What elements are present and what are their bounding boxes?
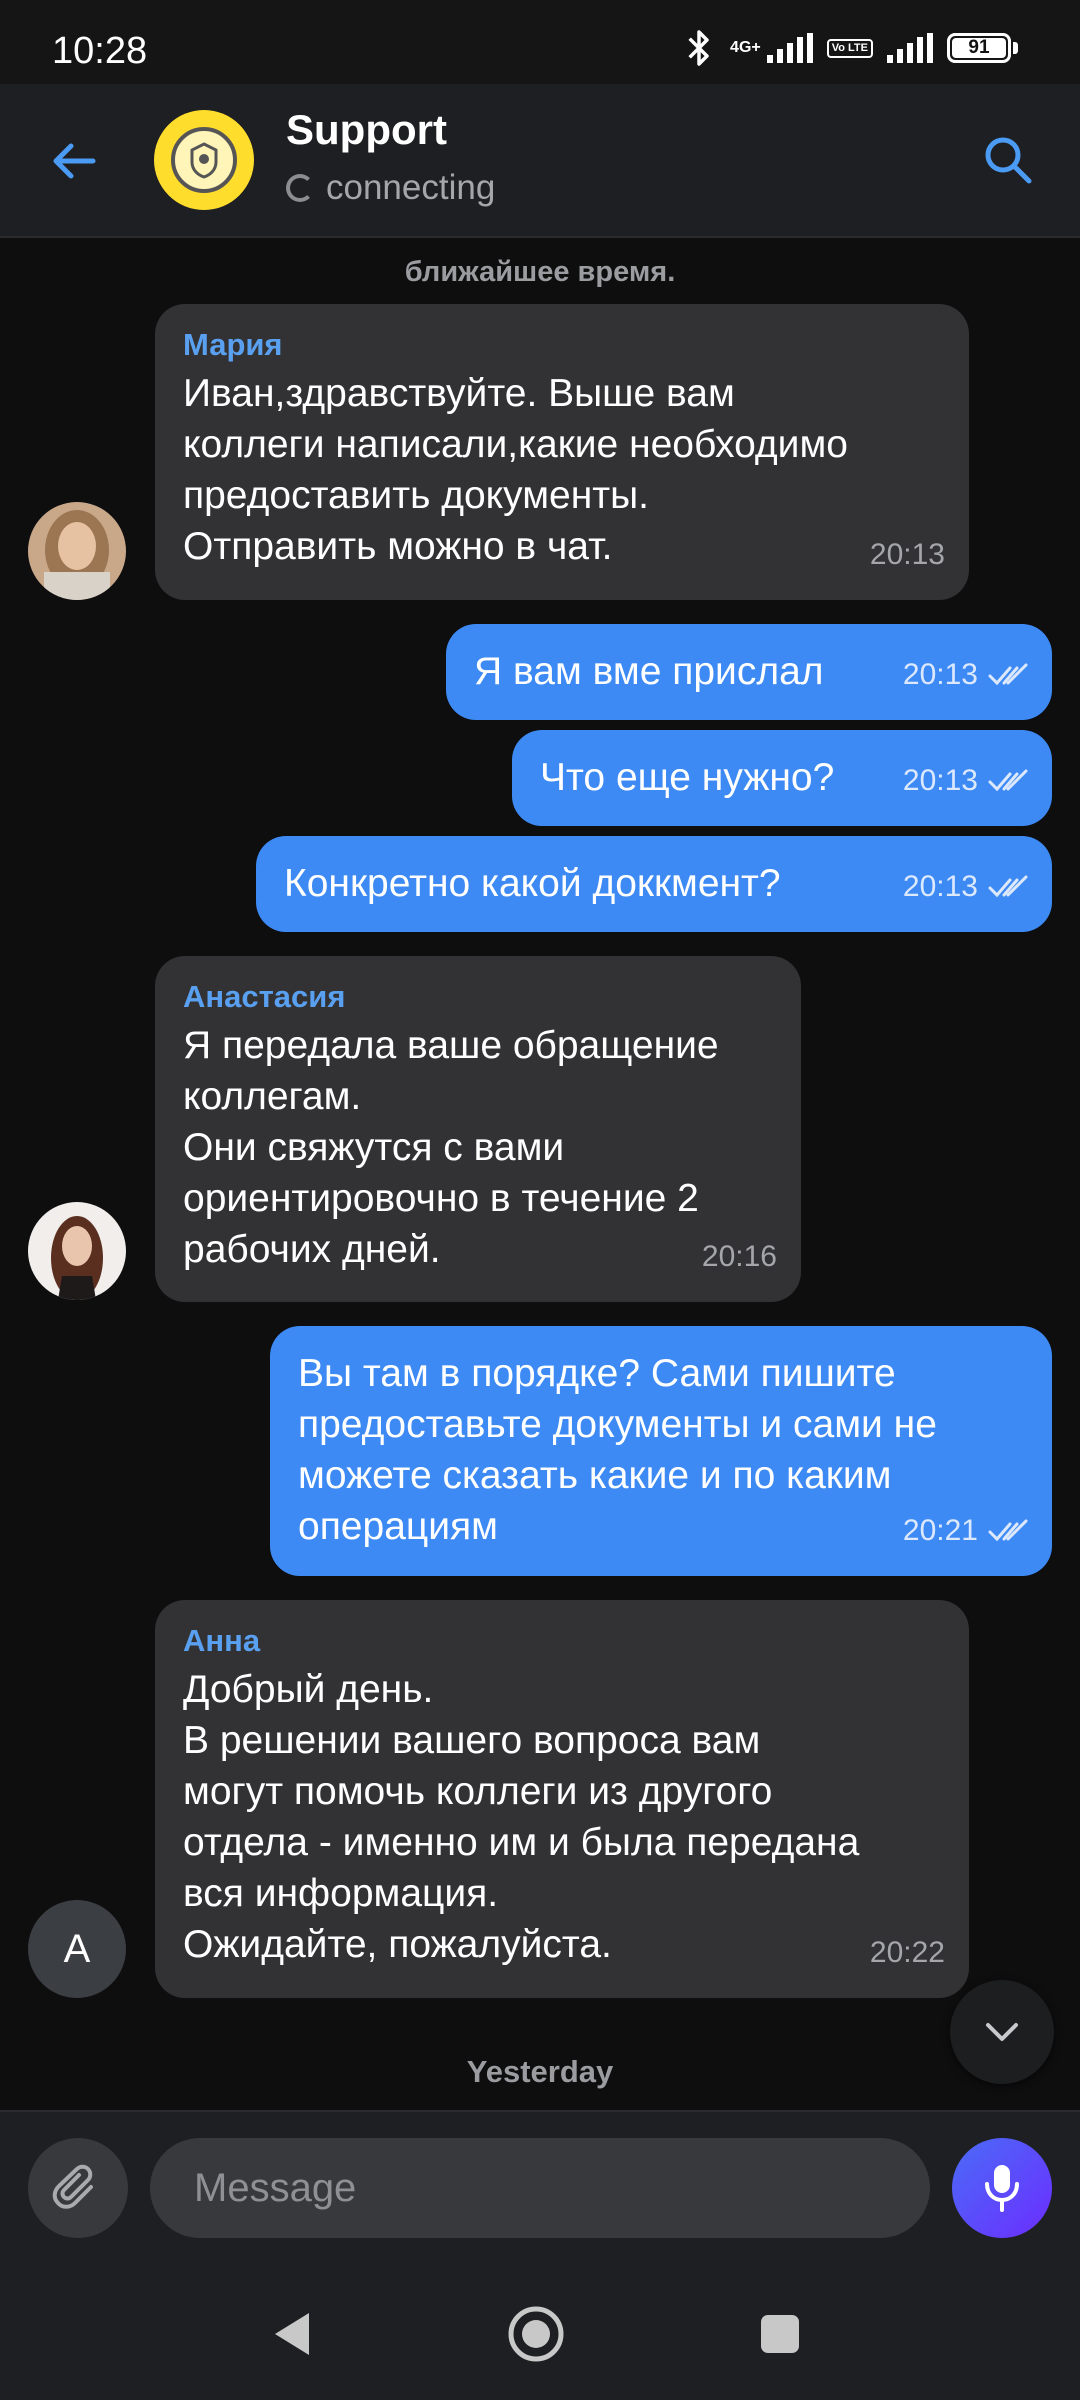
system-message-text: ближайшее время. [404, 256, 676, 288]
microphone-icon [985, 2165, 1019, 2212]
chat-title: Support [286, 106, 447, 153]
message-time: 20:21 [902, 1514, 978, 1547]
search-icon [985, 137, 1032, 184]
message-meta: 20:16 [702, 1231, 777, 1282]
sender-name: Анастасия [183, 979, 346, 1014]
message-meta: 20:13 [903, 861, 1028, 912]
chevron-down-icon [986, 2023, 1018, 2041]
user-photo-icon [28, 502, 126, 600]
signal-icon-2 [887, 33, 933, 63]
message-meta: 20:13 [870, 529, 945, 580]
avatar-anastasia[interactable] [28, 1202, 126, 1300]
system-navigation-bar [0, 2270, 1080, 2400]
double-check-icon [988, 769, 1028, 791]
bluetooth-icon [688, 30, 709, 66]
sender-name: Мария [183, 327, 283, 362]
message-input[interactable] [150, 2138, 930, 2238]
battery-level: 91 [952, 37, 1006, 58]
battery-icon: 91 [947, 33, 1018, 63]
triangle-back-icon [275, 2313, 309, 2355]
support-avatar[interactable] [154, 110, 254, 210]
double-check-icon [988, 663, 1028, 685]
back-button[interactable] [40, 127, 108, 195]
attach-button[interactable] [28, 2138, 128, 2238]
network-type: 4G+ [730, 39, 761, 56]
status-icons: 4G+ Vo LTE 91 [682, 26, 1018, 70]
message-text: Добрый день. В решении вашего вопроса ва… [183, 1668, 860, 1966]
nav-back-button[interactable] [256, 2298, 328, 2370]
message-bubble-incoming[interactable]: Анастасия Я передала ваше обращение колл… [155, 956, 801, 1302]
search-button[interactable] [972, 124, 1044, 196]
square-recents-icon [761, 2315, 799, 2353]
message-bubble-incoming[interactable]: Мария Иван,здравствуйте. Выше вам коллег… [155, 304, 969, 600]
status-bar: 10:28 4G+ Vo LTE 91 [0, 0, 1080, 84]
message-meta: 20:21 [903, 1505, 1028, 1556]
user-photo-icon [28, 1202, 126, 1300]
back-arrow-icon [53, 143, 96, 179]
message-bubble-outgoing[interactable]: Вы там в порядке? Сами пишите предоставь… [270, 1326, 1052, 1576]
message-bubble-incoming[interactable]: Анна Добрый день. В решении вашего вопро… [155, 1600, 969, 1998]
message-time: 20:16 [701, 1240, 777, 1273]
paperclip-icon [52, 2164, 93, 2209]
bank-emblem-icon [171, 127, 237, 193]
chat-header: Support connecting [0, 84, 1080, 238]
signal-icon [766, 33, 813, 63]
double-check-icon [988, 1519, 1028, 1541]
loading-spinner-icon [286, 174, 314, 202]
connection-status-text: connecting [326, 168, 496, 207]
volte-badge: Vo LTE [826, 38, 873, 58]
circle-home-icon [508, 2306, 564, 2362]
composer [0, 2110, 1080, 2270]
message-time: 20:13 [902, 764, 978, 797]
avatar-anna[interactable]: A [28, 1900, 126, 1998]
message-time: 20:22 [869, 1936, 945, 1969]
nav-recents-button[interactable] [744, 2298, 816, 2370]
voice-message-button[interactable] [952, 2138, 1052, 2238]
message-meta: 20:13 [903, 755, 1028, 806]
message-time: 20:13 [902, 870, 978, 903]
double-check-icon [988, 875, 1028, 897]
message-bubble-outgoing[interactable]: Конкретно какой доккмент? 20:13 [256, 836, 1052, 932]
date-separator: Yesterday [466, 2054, 614, 2089]
system-message: ближайшее время. [0, 242, 1080, 289]
message-text: Иван,здравствуйте. Выше вам коллеги напи… [183, 372, 848, 568]
nav-home-button[interactable] [500, 2298, 572, 2370]
message-list[interactable]: ближайшее время. Мария Иван,здравствуйте… [0, 240, 1080, 2110]
message-time: 20:13 [869, 538, 945, 571]
avatar-letter: A [63, 1926, 91, 1971]
message-meta: 20:13 [903, 649, 1028, 700]
avatar-maria[interactable] [28, 502, 126, 600]
status-time: 10:28 [52, 30, 148, 72]
message-meta: 20:22 [870, 1927, 945, 1978]
message-bubble-outgoing[interactable]: Я вам вме прислал 20:13 [446, 624, 1052, 720]
sender-name: Анна [183, 1623, 261, 1658]
connection-status: connecting [286, 168, 495, 208]
message-text: Я передала ваше обращение коллегам. Они … [183, 1024, 719, 1271]
message-bubble-outgoing[interactable]: Что еще нужно? 20:13 [512, 730, 1052, 826]
message-time: 20:13 [902, 658, 978, 691]
